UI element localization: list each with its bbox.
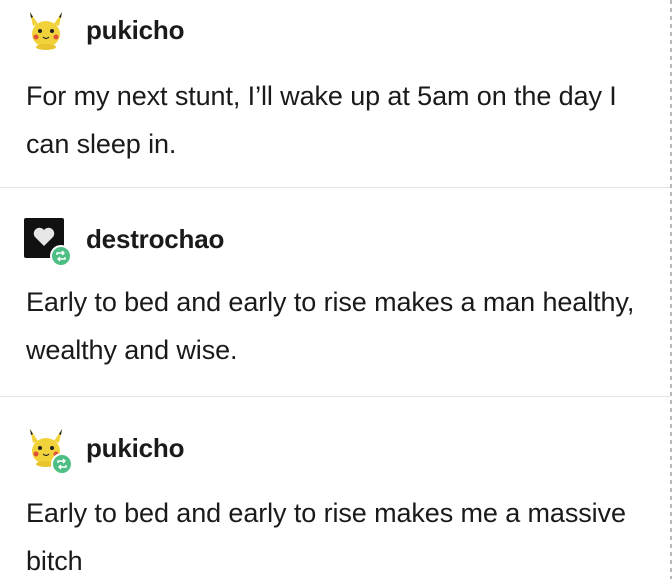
pikachu-avatar-icon bbox=[30, 12, 62, 50]
post-reblog: pukicho Early to bed and early to rise m… bbox=[0, 397, 670, 579]
reblog-icon bbox=[50, 245, 72, 267]
post-original: pukicho For my next stunt, I’ll wake up … bbox=[0, 0, 670, 187]
post-reblog: destrochao Early to bed and early to ris… bbox=[0, 188, 670, 396]
post-username[interactable]: destrochao bbox=[86, 224, 224, 254]
post-body-text: For my next stunt, I’ll wake up at 5am o… bbox=[26, 81, 617, 159]
post-body-text: Early to bed and early to rise makes a m… bbox=[26, 287, 635, 365]
reblog-icon bbox=[51, 453, 73, 475]
avatar[interactable] bbox=[24, 425, 73, 475]
post-body-text: Early to bed and early to rise makes me … bbox=[26, 498, 626, 576]
avatar[interactable] bbox=[24, 218, 72, 267]
post-username[interactable]: pukicho bbox=[86, 15, 184, 45]
post-username[interactable]: pukicho bbox=[86, 433, 184, 463]
avatar[interactable] bbox=[24, 8, 68, 52]
